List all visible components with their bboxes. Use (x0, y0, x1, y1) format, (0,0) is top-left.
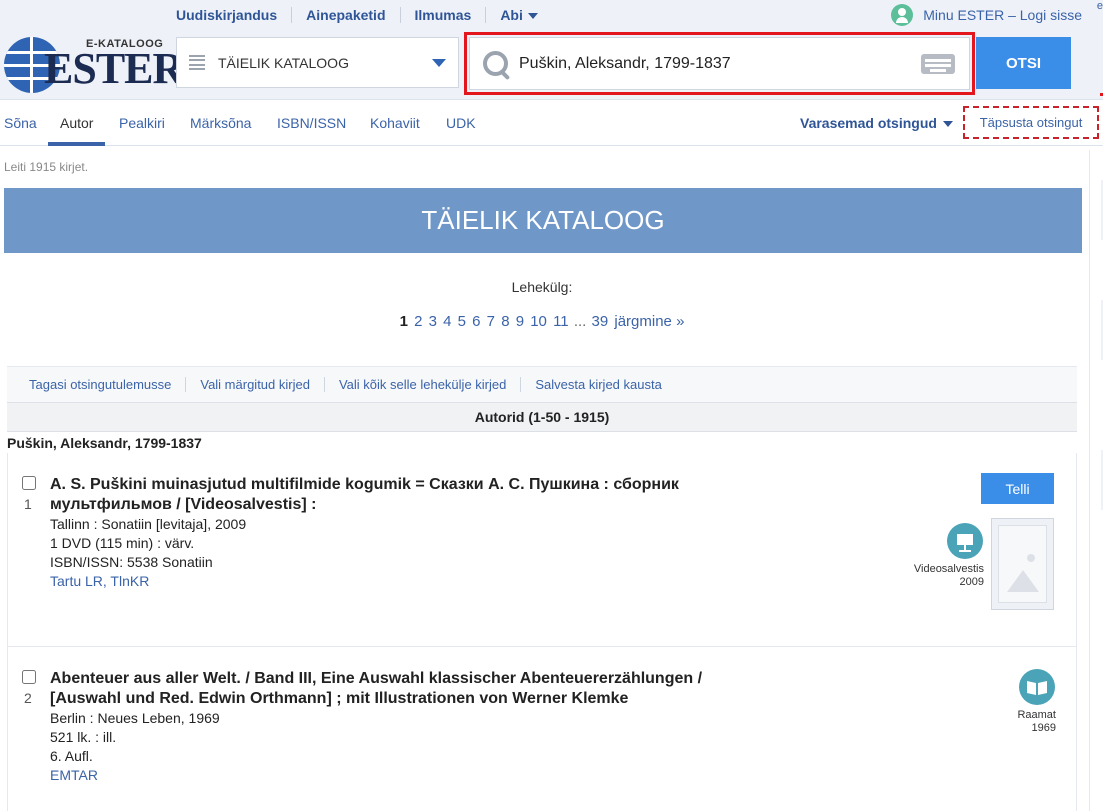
record-locations[interactable]: Tartu LR, TlnKR (50, 573, 149, 589)
chevron-down-icon (527, 13, 538, 20)
logo-text: ESTER (44, 44, 184, 93)
record-title[interactable]: A. S. Puškini muinasjutud multifilmide k… (50, 475, 750, 515)
record-title[interactable]: Abenteuer aus aller Welt. / Band III, Ei… (50, 669, 750, 709)
record-publication: Tallinn : Sonatiin [levitaja], 2009 (50, 516, 247, 532)
save-to-folder-link[interactable]: Salvesta kirjed kausta (520, 377, 675, 392)
recent-searches-label: Varasemad otsingud (800, 115, 937, 131)
logo[interactable]: E-KATALOOG ESTER (4, 35, 184, 93)
record-extent: 1 DVD (115 min) : värv. (50, 535, 195, 551)
tab-title[interactable]: Pealkiri (119, 115, 165, 131)
topnav-forthcoming[interactable]: Ilmumas (399, 7, 486, 23)
book-icon (1019, 669, 1055, 705)
pagination: 1 2 3 4 5 6 7 8 9 10 11 ... 39 järgmine … (0, 313, 1084, 330)
results-group-header: Autorid (1-50 - 1915) (7, 402, 1077, 432)
page-ellipsis: ... (573, 313, 587, 330)
select-marked-link[interactable]: Vali märgitud kirjed (185, 377, 324, 392)
refine-search-button[interactable]: Täpsusta otsingut (963, 106, 1099, 139)
page-link[interactable]: 9 (516, 313, 524, 330)
recent-searches-dropdown[interactable]: Varasemad otsingud (800, 115, 953, 131)
record-type-year: 2009 (959, 576, 984, 588)
record-isbn: ISBN/ISSN: 5538 Sonatiin (50, 554, 213, 570)
record-number: 1 (24, 496, 32, 512)
author-heading: Puškin, Aleksandr, 1799-1837 (7, 435, 202, 451)
record-type-name: Raamat (1017, 709, 1056, 721)
cover-placeholder[interactable] (991, 518, 1054, 610)
page-link[interactable]: 2 (414, 313, 422, 330)
record-type-year: 1969 (1031, 722, 1056, 734)
catalog-select-value: TÄIELIK KATALOOG (218, 54, 349, 71)
user-login-label: Minu ESTER – Logi sisse (923, 7, 1082, 23)
active-tab-indicator (48, 142, 105, 146)
record-publication: Berlin : Neues Leben, 1969 (50, 710, 220, 726)
user-login[interactable]: Minu ESTER – Logi sisse (891, 4, 1082, 26)
back-to-results-link[interactable]: Tagasi otsingutulemusse (15, 377, 185, 392)
page-link[interactable]: 10 (530, 313, 547, 330)
topnav-news[interactable]: Uudiskirjandus (162, 7, 291, 23)
tab-isbn-issn[interactable]: ISBN/ISSN (277, 115, 346, 131)
video-icon (947, 523, 983, 559)
tab-udc[interactable]: UDK (446, 115, 476, 131)
tab-author[interactable]: Autor (60, 115, 93, 131)
search-button[interactable]: OTSI (976, 37, 1071, 89)
search-input[interactable] (519, 54, 921, 73)
order-button[interactable]: Telli (981, 473, 1054, 504)
search-box (469, 37, 970, 90)
right-edge-strip (1089, 150, 1103, 811)
page-link[interactable]: 11 (553, 313, 569, 330)
chevron-down-icon (942, 121, 953, 128)
catalog-select[interactable]: TÄIELIK KATALOOG (176, 37, 459, 88)
user-icon (891, 4, 914, 26)
topnav-help-label: Abi (500, 7, 523, 23)
header: Uudiskirjandus Ainepaketid Ilmumas Abi M… (0, 0, 1103, 100)
select-all-on-page-link[interactable]: Vali kõik selle lehekülje kirjed (323, 377, 520, 392)
list-icon (189, 54, 205, 71)
page-next[interactable]: järgmine » (614, 313, 684, 330)
record-checkbox[interactable] (22, 670, 36, 684)
corner-text: e (1096, 0, 1103, 12)
search-tabs: Sõna Autor Pealkiri Märksõna ISBN/ISSN K… (0, 101, 1103, 146)
results-count: Leiti 1915 kirjet. (4, 160, 89, 174)
page-link[interactable]: 8 (501, 313, 509, 330)
record-edition: 6. Aufl. (50, 748, 93, 764)
record-locations[interactable]: EMTAR (50, 767, 98, 783)
page-last[interactable]: 39 (592, 313, 609, 330)
record-type: Videosalvestis 2009 (888, 563, 984, 589)
keyboard-icon[interactable] (921, 53, 955, 74)
page-link[interactable]: 5 (458, 313, 466, 330)
pager-label: Lehekülg: (511, 279, 573, 295)
image-placeholder-icon (998, 525, 1047, 603)
page-current: 1 (399, 313, 408, 330)
record-checkbox[interactable] (22, 476, 36, 490)
tab-word[interactable]: Sõna (4, 115, 37, 131)
tab-call-number[interactable]: Kohaviit (370, 115, 420, 131)
page-link[interactable]: 6 (472, 313, 480, 330)
top-navigation: Uudiskirjandus Ainepaketid Ilmumas Abi (162, 7, 552, 23)
topnav-help[interactable]: Abi (485, 7, 552, 23)
result-record: 1 A. S. Puškini muinasjutud multifilmide… (7, 453, 1077, 647)
page-link[interactable]: 3 (429, 313, 437, 330)
record-type-name: Videosalvestis (913, 563, 984, 575)
topnav-subject-packages[interactable]: Ainepaketid (291, 7, 399, 23)
tab-subject[interactable]: Märksõna (190, 115, 251, 131)
result-record: 2 Abenteuer aus aller Welt. / Band III, … (7, 647, 1077, 811)
catalog-banner: TÄIELIK KATALOOG (4, 188, 1082, 253)
page-link[interactable]: 7 (487, 313, 495, 330)
record-number: 2 (24, 690, 32, 706)
page-link[interactable]: 4 (443, 313, 451, 330)
record-extent: 521 lk. : ill. (50, 729, 117, 745)
result-actions: Tagasi otsingutulemusse Vali märgitud ki… (7, 366, 1077, 402)
chevron-down-icon (432, 58, 446, 67)
record-type: Raamat 1969 (968, 709, 1056, 735)
search-icon (481, 49, 511, 79)
